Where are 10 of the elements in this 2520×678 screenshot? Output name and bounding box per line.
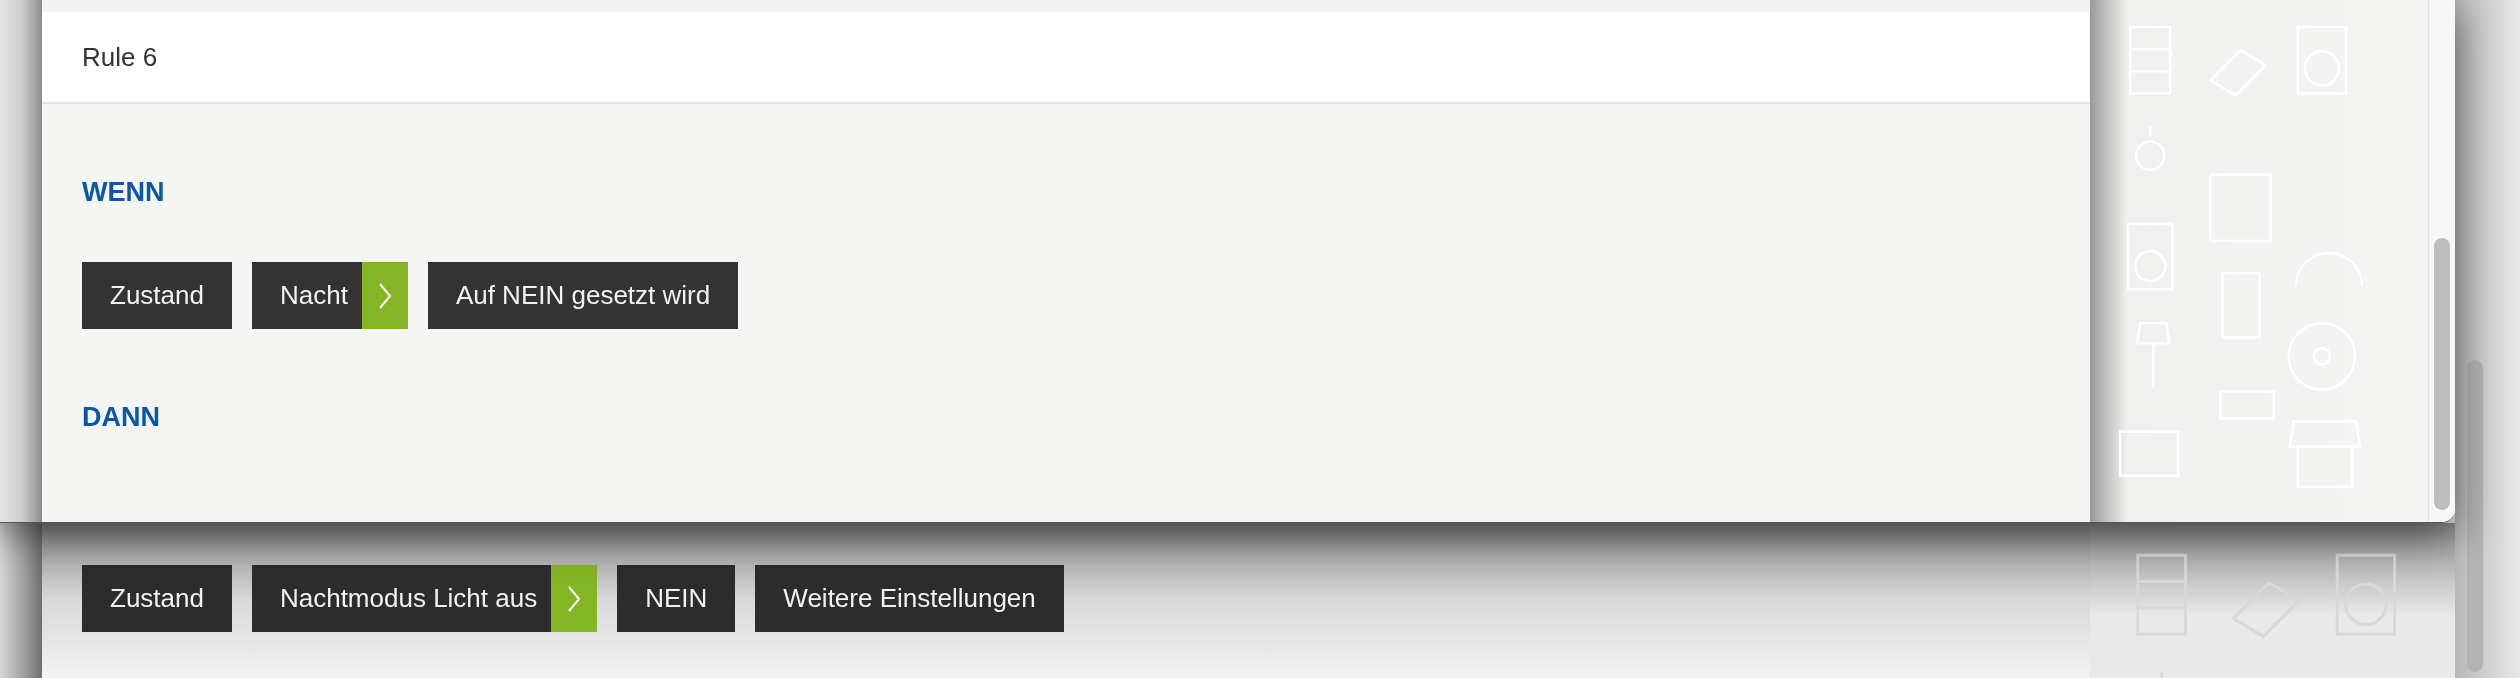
condition-chip[interactable]: NEIN [617, 565, 736, 632]
section-heading: WENN [82, 176, 166, 209]
condition-chip[interactable]: Zustand [82, 262, 232, 329]
condition-chip[interactable]: Nacht [251, 262, 408, 329]
rule-title: Rule 6 [82, 41, 158, 73]
section-heading: DANN [82, 401, 161, 434]
condition-chip[interactable]: Zustand [82, 565, 232, 632]
condition-chip[interactable]: Auf NEIN gesetzt wird [427, 262, 739, 329]
condition-chip[interactable]: Nachtmodus Licht aus [251, 565, 598, 632]
condition-chip[interactable]: Weitere Einstellungen [755, 565, 1064, 632]
